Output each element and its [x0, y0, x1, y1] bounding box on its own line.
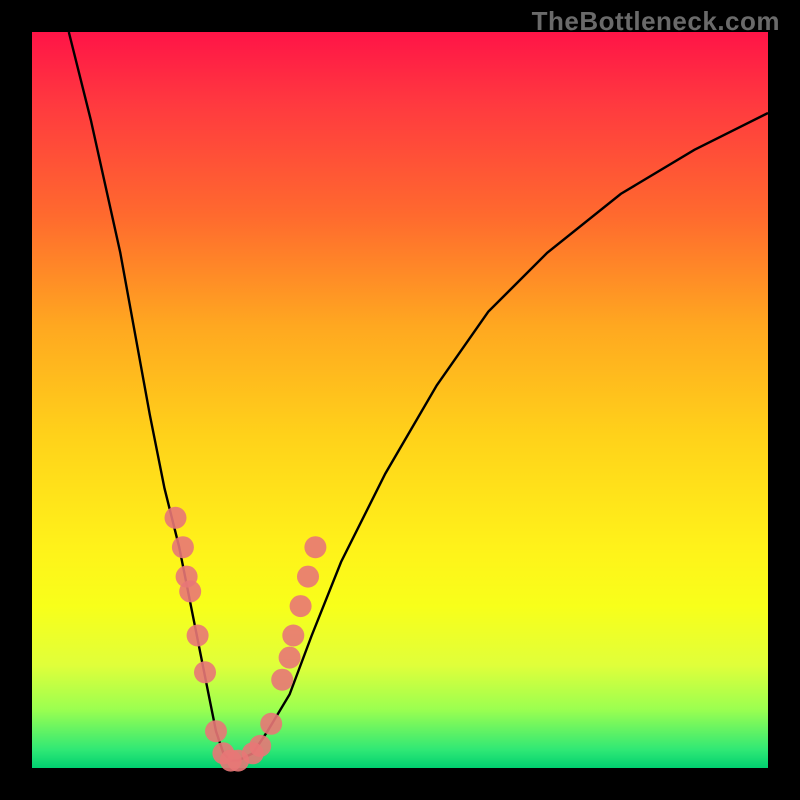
curve-markers — [165, 507, 327, 772]
curve-marker — [172, 536, 194, 558]
curve-marker — [260, 713, 282, 735]
bottleneck-curve — [69, 32, 768, 761]
curve-marker — [179, 580, 201, 602]
curve-marker — [271, 669, 293, 691]
curve-marker — [304, 536, 326, 558]
curve-marker — [165, 507, 187, 529]
curve-marker — [187, 625, 209, 647]
curve-marker — [194, 661, 216, 683]
chart-svg — [32, 32, 768, 768]
chart-frame: TheBottleneck.com — [0, 0, 800, 800]
curve-marker — [282, 625, 304, 647]
curve-marker — [205, 720, 227, 742]
curve-marker — [249, 735, 271, 757]
curve-marker — [279, 647, 301, 669]
curve-marker — [297, 566, 319, 588]
curve-marker — [290, 595, 312, 617]
